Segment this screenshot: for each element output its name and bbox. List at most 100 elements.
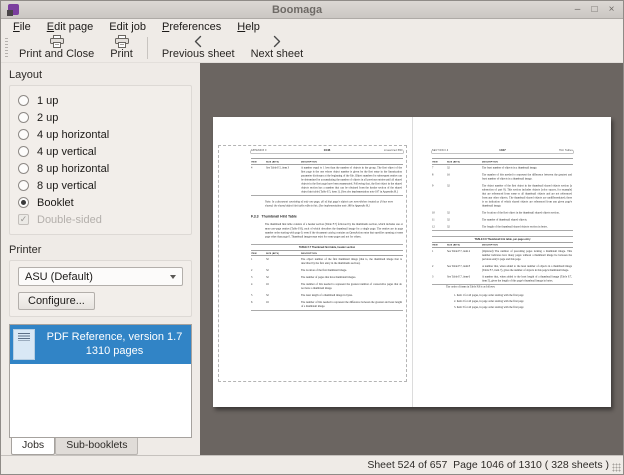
- layout-option-label: 4 up vertical: [37, 146, 96, 158]
- layout-option-8-up-horizontal[interactable]: 8 up horizontal: [18, 160, 183, 177]
- menu-item-edit-job[interactable]: Edit job: [101, 20, 154, 34]
- toolbar-drag-handle[interactable]: [5, 38, 8, 58]
- job-label: PDF Reference, version 1.71310 pages: [41, 331, 188, 359]
- table-column-header: ITEM: [432, 244, 447, 247]
- table-cell: 32: [447, 218, 482, 222]
- printer-select[interactable]: ASU (Default): [18, 267, 183, 286]
- minimize-icon[interactable]: –: [573, 4, 582, 15]
- doc-list-item: 2. Item 2 for all pages, in page order s…: [454, 299, 573, 303]
- maximize-icon[interactable]: □: [590, 4, 599, 15]
- table-cell: A number that, when added to the least n…: [482, 265, 573, 273]
- next-sheet-button[interactable]: Next sheet: [243, 34, 312, 62]
- radio-icon: [18, 95, 29, 106]
- boomaga-app-icon: [8, 4, 19, 15]
- menu-item-edit-page[interactable]: Edit page: [39, 20, 102, 34]
- jobs-list: PDF Reference, version 1.71310 pages: [9, 324, 192, 438]
- printer-icon: [114, 35, 130, 48]
- double-sided-label: Double-sided: [37, 214, 102, 226]
- table-column-header: SIZE (BITS): [447, 244, 482, 247]
- table-cell: The least number of objects in a thumbna…: [482, 167, 573, 171]
- table-column-header: SIZE (BITS): [447, 160, 482, 163]
- table-cell: 7: [432, 167, 447, 171]
- table-row: 2See Table F.7, item 8A number that, whe…: [432, 263, 573, 274]
- tab-jobs[interactable]: Jobs: [11, 438, 55, 455]
- job-thumbnail: [13, 329, 35, 360]
- table-cell: The number of bits needed to represent t…: [482, 173, 573, 181]
- window-title: Boomaga: [21, 4, 573, 16]
- layout-option-label: Booklet: [37, 197, 74, 209]
- checkbox-check-icon: ✓: [18, 214, 29, 225]
- radio-icon: [18, 146, 29, 157]
- table-cell: 10: [432, 211, 447, 215]
- layout-option-label: 2 up: [37, 112, 58, 124]
- table-cell: 3: [432, 276, 447, 284]
- table-row: 932The object number of the first object…: [432, 182, 573, 209]
- table-cell: 32: [447, 211, 482, 215]
- doc-table: TABLE F.8 Thumbnail hint table, per-page…: [432, 236, 573, 285]
- table-row: 816The number of bits needed to represen…: [432, 171, 573, 182]
- printer-panel: ASU (Default) Configure...: [9, 260, 192, 317]
- menu-item-preferences[interactable]: Preferences: [154, 20, 229, 34]
- preview-area[interactable]: APPENDIX F1046Linearized PDFITEMSIZE (BI…: [200, 63, 623, 455]
- main-area: Layout 1 up2 up4 up horizontal4 up verti…: [1, 63, 623, 455]
- radio-icon: [18, 197, 29, 208]
- chevron-left-icon: [192, 35, 204, 48]
- menu-item-help[interactable]: Help: [229, 20, 268, 34]
- booklet-page-left[interactable]: APPENDIX F1046Linearized PDFITEMSIZE (BI…: [213, 117, 412, 407]
- resize-grip[interactable]: [612, 463, 621, 472]
- table-row: 732The least number of objects in a thum…: [432, 165, 573, 172]
- table-row: 1032The location of the first object in …: [432, 209, 573, 216]
- table-column-header: DESCRIPTION: [482, 244, 573, 247]
- table-cell: (Optional) The number of preceding pages…: [482, 250, 573, 262]
- doc-list: 1. Item 1 for all pages, in page order s…: [454, 293, 573, 309]
- doc-table: ITEMSIZE (BITS)DESCRIPTION732The least n…: [432, 159, 573, 231]
- page-content: SECTION F.31047Hint TablesITEMSIZE (BITS…: [412, 117, 611, 407]
- menubar: FileEdit pageEdit jobPreferencesHelp: [1, 19, 623, 34]
- table-row: 1132The number of thumbnail shared objec…: [432, 216, 573, 223]
- tab-sub-booklets[interactable]: Sub-booklets: [55, 438, 138, 455]
- job-title: PDF Reference, version 1.7: [41, 331, 188, 345]
- table-cell: 9: [432, 184, 447, 208]
- header-right-text: Hint Tables: [530, 149, 572, 152]
- layout-option-4-up-vertical[interactable]: 4 up vertical: [18, 143, 183, 160]
- sidebar-tabs: JobsSub-booklets: [9, 438, 192, 455]
- double-sided-checkbox: ✓ Double-sided: [18, 211, 183, 228]
- next-sheet-label: Next sheet: [251, 48, 304, 60]
- layout-option-label: 1 up: [37, 95, 58, 107]
- sheet-page-status: Sheet 524 of 657 Page 1046 of 1310 ( 328…: [367, 459, 609, 471]
- doc-list-item: 1. Item 1 for all pages, in page order s…: [454, 293, 573, 297]
- layout-option-1-up[interactable]: 1 up: [18, 92, 183, 109]
- table-cell: 1: [432, 250, 447, 262]
- layout-option-8-up-vertical[interactable]: 8 up vertical: [18, 177, 183, 194]
- table-cell: 32: [447, 225, 482, 229]
- job-item[interactable]: PDF Reference, version 1.71310 pages: [10, 325, 191, 364]
- configure-button[interactable]: Configure...: [18, 292, 95, 310]
- layout-option-booklet[interactable]: Booklet: [18, 194, 183, 211]
- toolbar: Print and Close Print Previous sheet Nex…: [1, 34, 623, 63]
- table-row: 1232The length of the thumbnail shared o…: [432, 223, 573, 230]
- table-cell: 2: [432, 265, 447, 273]
- table-cell: The length of the thumbnail shared objec…: [482, 225, 573, 229]
- print-button[interactable]: Print: [102, 34, 141, 62]
- table-row: 3See Table F.7, item 6A number that, whe…: [432, 274, 573, 285]
- table-cell: The number of thumbnail shared objects.: [482, 218, 573, 222]
- menu-item-file[interactable]: File: [5, 20, 39, 34]
- booklet-page-right[interactable]: SECTION F.31047Hint TablesITEMSIZE (BITS…: [412, 117, 611, 407]
- toolbar-separator: [147, 37, 148, 59]
- close-icon[interactable]: ×: [607, 4, 616, 15]
- layout-option-label: 8 up horizontal: [37, 163, 109, 175]
- header-left-text: SECTION F.3: [432, 149, 474, 152]
- table-column-header: DESCRIPTION: [482, 160, 573, 163]
- titlebar[interactable]: Boomaga – □ ×: [1, 1, 623, 19]
- print-and-close-button[interactable]: Print and Close: [11, 34, 102, 62]
- preview-sheet: APPENDIX F1046Linearized PDFITEMSIZE (BI…: [213, 117, 611, 407]
- table-column-header: ITEM: [432, 160, 447, 163]
- table-cell: See Table F.7, item 4: [447, 250, 482, 262]
- table-cell: The object number of the first object in…: [482, 184, 573, 208]
- layout-option-2-up[interactable]: 2 up: [18, 109, 183, 126]
- header-page-number: 1047: [474, 149, 530, 152]
- radio-icon: [18, 180, 29, 191]
- previous-sheet-button[interactable]: Previous sheet: [154, 34, 243, 62]
- layout-option-4-up-horizontal[interactable]: 4 up horizontal: [18, 126, 183, 143]
- radio-icon: [18, 129, 29, 140]
